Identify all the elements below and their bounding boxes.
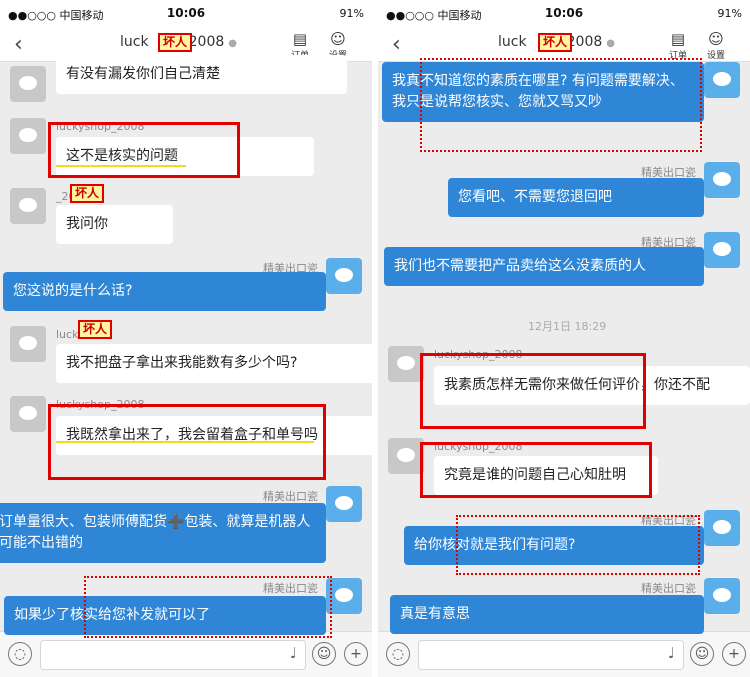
seller-avatar[interactable]: [704, 510, 740, 546]
highlight-box: [48, 122, 240, 178]
microphone-icon[interactable]: ♩: [668, 644, 675, 662]
underline-mark: [56, 165, 186, 167]
back-chevron-icon[interactable]: ‹: [14, 32, 23, 57]
dotted-highlight-box: [84, 576, 332, 638]
message-bubble[interactable]: 您这说的是什么话?: [3, 272, 326, 311]
buyer-avatar[interactable]: [10, 326, 46, 362]
chat-timestamp: 12月1日 18:29: [528, 320, 607, 333]
seller-avatar[interactable]: [704, 62, 740, 98]
dotted-highlight-box: [420, 58, 702, 152]
name-censor-tag: 坏人: [70, 184, 105, 203]
seller-avatar[interactable]: [704, 578, 740, 614]
smiley-icon[interactable]: ☺: [690, 642, 714, 666]
highlight-box: [420, 353, 646, 429]
order-button[interactable]: ▤订单: [660, 30, 696, 61]
buyer-avatar[interactable]: [10, 188, 46, 224]
contact-name-end: 2008: [188, 34, 225, 50]
message-input[interactable]: ♩: [40, 640, 306, 670]
speech-bubble-icon[interactable]: ◌: [386, 642, 410, 666]
buyer-avatar[interactable]: [10, 118, 46, 154]
name-censor-tag: 坏人: [538, 33, 573, 52]
plus-icon[interactable]: +: [344, 642, 368, 666]
smiley-icon[interactable]: ☺: [312, 642, 336, 666]
buyer-avatar[interactable]: [388, 438, 424, 474]
message-bubble[interactable]: 我不把盘子拿出来我能数有多少个吗?: [56, 344, 372, 383]
seller-avatar[interactable]: [326, 258, 362, 294]
contact-name-start: luck: [120, 34, 149, 50]
clock: 10:06: [166, 6, 206, 20]
battery-level: 91%: [339, 7, 364, 20]
contact-name-start: luck: [498, 34, 527, 50]
settings-button[interactable]: ☺ 设置: [698, 30, 734, 61]
seller-avatar[interactable]: [704, 162, 740, 198]
back-chevron-icon[interactable]: ‹: [392, 32, 401, 57]
message-bubble[interactable]: 每天订单量很大、包装师傅配货➕包装、就算是机器人也不可能不出错的: [0, 503, 326, 563]
plus-icon[interactable]: +: [722, 642, 746, 666]
message-bubble[interactable]: 您看吧、不需要您退回吧: [448, 178, 704, 217]
name-censor-tag: 坏人: [78, 320, 113, 339]
message-bubble[interactable]: 我们也不需要把产品卖给这么没素质的人: [384, 247, 704, 286]
dotted-highlight-box: [456, 515, 700, 575]
settings-label: 设置: [706, 51, 725, 61]
clock: 10:06: [544, 6, 584, 20]
document-icon: ▤: [292, 30, 308, 48]
buyer-avatar[interactable]: [388, 346, 424, 382]
online-dot-icon: ●: [606, 38, 616, 49]
message-input[interactable]: ♩: [418, 640, 684, 670]
highlight-box: [420, 442, 652, 498]
sender-name: 精美出口瓷: [263, 490, 318, 503]
sender-name: 精美出口瓷: [641, 582, 696, 595]
buyer-avatar[interactable]: [10, 396, 46, 432]
document-icon: ▤: [670, 30, 686, 48]
seller-avatar[interactable]: [704, 232, 740, 268]
battery-level: 91%: [717, 7, 742, 20]
microphone-icon[interactable]: ♩: [290, 644, 297, 662]
chat-screen-left: ●●○○○ 中国移动10:0691%‹luck 2008●▤订单☺设置◌♩☺+有…: [0, 0, 372, 677]
status-bar: ●●○○○ 中国移动 10:06 91%: [0, 0, 372, 28]
message-bubble[interactable]: 我问你: [56, 205, 173, 244]
message-bubble[interactable]: 有没有漏发你们自己清楚: [56, 55, 347, 94]
person-icon: ☺: [330, 30, 346, 48]
underline-mark: [56, 441, 314, 443]
sender-name: luck: [56, 328, 79, 341]
person-icon: ☺: [708, 30, 724, 48]
chat-screen-right: ●●○○○ 中国移动 10:06 91% ‹ luck 2008 ● ▤ 订单 ☺ 设置 ◌ ♩ ☺ + 我…: [378, 0, 750, 677]
message-input-bar: ◌ ♩ ☺ +: [378, 631, 750, 677]
status-bar: ●●○○○ 中国移动 10:06 91%: [378, 0, 750, 28]
online-dot-icon: ●: [228, 38, 238, 49]
message-bubble[interactable]: 真是有意思: [390, 595, 704, 634]
seller-avatar[interactable]: [326, 486, 362, 522]
buyer-avatar[interactable]: [10, 66, 46, 102]
speech-bubble-icon[interactable]: ◌: [8, 642, 32, 666]
name-censor-tag: 坏人: [158, 33, 193, 52]
